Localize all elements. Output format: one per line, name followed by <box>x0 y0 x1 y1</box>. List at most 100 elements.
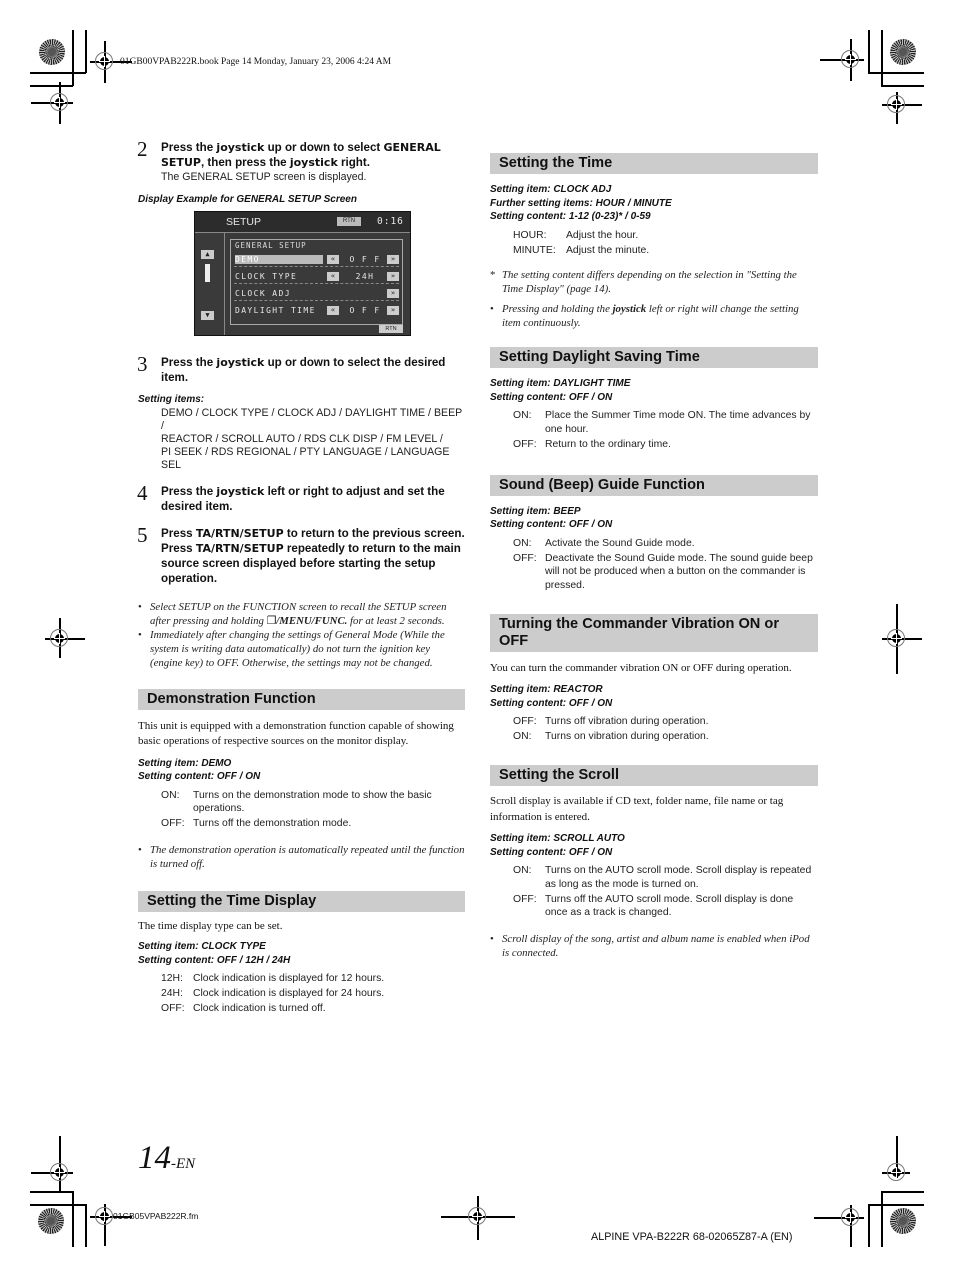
step-2: 2 Press the joystick up or down to selec… <box>137 137 465 184</box>
crop-line <box>30 1191 73 1193</box>
color-target-icon <box>38 1208 64 1234</box>
chevron-left-icon: « <box>327 255 339 264</box>
chevron-right-icon: » <box>387 306 399 315</box>
color-target-icon <box>39 39 65 65</box>
section-intro: This unit is equipped with a demonstrati… <box>138 719 454 748</box>
crop-line <box>30 72 86 74</box>
setup-row-clock-adj: CLOCK ADJ » <box>234 288 399 301</box>
menu-button-icon: ❐ <box>266 614 277 627</box>
definition-row: OFF: Turns off the demonstration mode. <box>161 818 352 829</box>
setting-content: Setting content: OFF / ON <box>490 846 613 858</box>
right-column: Setting the Time Setting item: CLOCK ADJ… <box>490 153 818 960</box>
step-number: 3 <box>137 352 148 376</box>
note-item: • Select SETUP on the FUNCTION screen to … <box>138 600 447 627</box>
section-intro: The time display type can be set. <box>138 919 283 932</box>
scroll-thumb <box>205 264 210 282</box>
definition-list: ON: Activate the Sound Guide mode. OFF: De… <box>513 537 818 593</box>
bullet-icon: • <box>490 932 494 945</box>
definition-list: ON: Turns on the demonstration mode to sh… <box>161 789 465 831</box>
setting-item: Setting item: CLOCK ADJ <box>490 184 612 195</box>
note-item: • Pressing and holding the joystick left … <box>490 303 799 329</box>
section-heading-scroll: Setting the Scroll <box>490 765 818 786</box>
crop-line <box>30 85 73 87</box>
chevron-right-icon: » <box>387 272 399 281</box>
step-number: 4 <box>137 480 148 505</box>
setup-row-daylight-time: DAYLIGHT TIME « O F F » <box>234 305 399 317</box>
setup-row-demo: DEMO « O F F » <box>234 254 399 267</box>
definition-row: ON: Turns on the AUTO scroll mode. Scroll… <box>513 865 812 890</box>
definition-row: ON: Turns on vibration during operation. <box>513 731 709 742</box>
definition-list: 12H: Clock indication is displayed for 12… <box>161 972 465 1016</box>
row-label: CLOCK ADJ <box>235 289 291 298</box>
setting-item: Setting item: REACTOR <box>490 684 603 695</box>
crop-line <box>72 1191 74 1247</box>
step-number: 5 <box>137 522 148 547</box>
section-heading-time-display: Setting the Time Display <box>138 890 465 912</box>
setup-row-clock-type: CLOCK TYPE « 24H » <box>234 271 399 284</box>
crop-line <box>868 72 924 74</box>
setting-content: Setting content: 1-12 (0-23)* / 0-59 <box>490 211 651 222</box>
section-heading-beep: Sound (Beep) Guide Function <box>490 474 818 496</box>
color-target-icon <box>890 1208 916 1234</box>
section-heading-daylight: Setting Daylight Saving Time <box>490 347 818 368</box>
row-value: O F F <box>349 255 381 264</box>
crop-line <box>868 1204 870 1247</box>
screen-header: SETUP RTN 0:16 <box>195 212 410 233</box>
definition-row: OFF: Turns off the AUTO scroll mode. Scro… <box>513 893 794 919</box>
setting-content: Setting content: OFF / ON <box>490 391 613 403</box>
crop-line <box>881 85 924 87</box>
note-item: • Immediately after changing the settings… <box>138 628 445 669</box>
chevron-right-icon: » <box>387 255 399 264</box>
definition-row: OFF: Deactivate the Sound Guide mode. The… <box>513 552 813 591</box>
rtn-icon: RTN <box>379 325 403 333</box>
definition-list: OFF: Turns off vibration during operation… <box>513 715 818 744</box>
definition-row: 12H: Clock indication is displayed for 12… <box>161 973 385 984</box>
scroll-down-icon: ▼ <box>201 311 214 320</box>
setting-content: Setting content: OFF / ON <box>490 697 613 709</box>
screen-title: SETUP <box>226 216 262 228</box>
definition-row: HOUR: Adjust the hour. <box>513 229 639 241</box>
definition-row: ON: Activate the Sound Guide mode. <box>513 537 695 549</box>
display-caption: Display Example for GENERAL SETUP Screen <box>138 194 357 205</box>
bullet-icon: • <box>138 600 142 613</box>
setting-content: Setting content: OFF / ON <box>138 771 261 782</box>
definition-list: HOUR: Adjust the hour. MINUTE: Adjust the … <box>513 229 818 258</box>
screen-scrollbar: ▲ ▼ <box>195 233 225 335</box>
definition-list: ON: Place the Summer Time mode ON. The ti… <box>513 409 818 451</box>
crop-line <box>881 30 883 86</box>
book-slug-top: 01GB00VPAB222R.book Page 14 Monday, Janu… <box>120 57 392 67</box>
setting-item: Setting item: CLOCK TYPE <box>138 941 266 952</box>
section-heading-time: Setting the Time <box>490 153 818 174</box>
setting-items-list: DEMO / CLOCK TYPE / CLOCK ADJ / DAYLIGHT… <box>161 406 463 471</box>
crop-line <box>72 30 74 86</box>
section-heading-demonstration: Demonstration Function <box>138 688 465 710</box>
bullet-icon: • <box>490 303 494 315</box>
chevron-right-icon: » <box>387 289 399 298</box>
screen-clock: 0:16 <box>377 216 404 227</box>
definition-row: ON: Turns on the demonstration mode to sh… <box>161 789 432 815</box>
crop-line <box>868 1204 924 1206</box>
color-target-icon <box>890 39 916 65</box>
section-intro: You can turn the commander vibration ON … <box>490 661 792 674</box>
section-intro: Scroll display is available if CD text, … <box>490 795 784 823</box>
definition-row: 24H: Clock indication is displayed for 24… <box>161 988 385 999</box>
footnote: * The setting content differs depending o… <box>490 269 797 295</box>
setting-item: Setting item: DEMO <box>138 757 232 769</box>
setting-item: Setting item: SCROLL AUTO <box>490 833 625 844</box>
note-item: • The demonstration operation is automati… <box>138 843 465 870</box>
bullet-icon: • <box>138 843 142 856</box>
definition-row: OFF: Turns off vibration during operation… <box>513 716 709 727</box>
crop-line <box>30 1204 86 1206</box>
general-setup-screen: SETUP RTN 0:16 ▲ ▼ GENERAL SETUP DEMO « … <box>194 211 411 336</box>
crop-line <box>868 30 870 73</box>
definition-row: OFF: Return to the ordinary time. <box>513 438 671 450</box>
step-instruction: Press the joystick up or down to select … <box>161 141 441 169</box>
step-instruction: Press the joystick left or right to adju… <box>161 484 445 513</box>
setting-content: Setting content: OFF / 12H / 24H <box>138 954 291 966</box>
document-footer: ALPINE VPA-B222R 68-02065Z87-A (EN) <box>591 1231 793 1243</box>
crop-line <box>85 1204 87 1247</box>
row-label: DEMO <box>235 255 323 264</box>
step-3: 3 Press the joystick up or down to selec… <box>137 352 465 385</box>
page-number: 14-EN <box>138 1140 196 1176</box>
row-value: 24H <box>355 272 375 281</box>
